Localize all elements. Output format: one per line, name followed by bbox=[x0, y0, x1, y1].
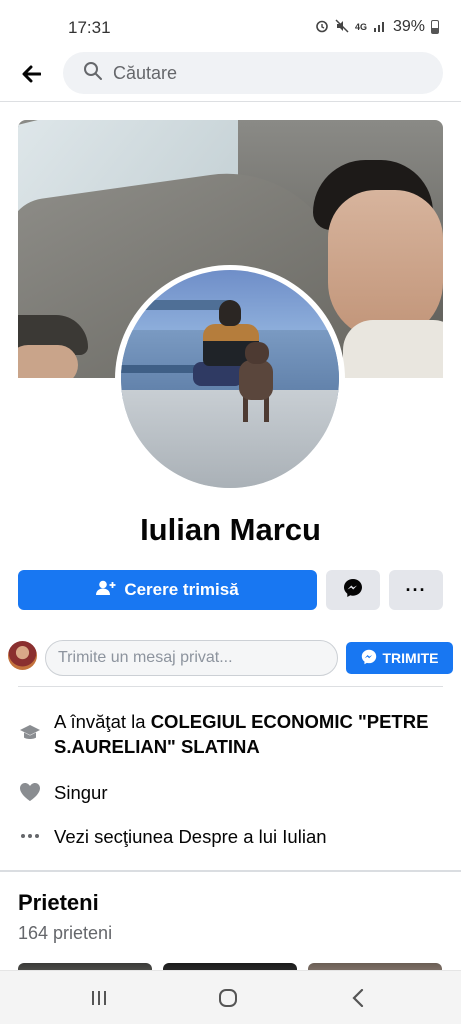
profile-name: Iulian Marcu bbox=[140, 512, 321, 547]
battery-percent: 39% bbox=[392, 18, 425, 35]
search-header bbox=[0, 50, 461, 102]
battery-icon bbox=[431, 20, 439, 34]
recent-apps-icon[interactable] bbox=[79, 985, 119, 1011]
messenger-button[interactable] bbox=[326, 570, 380, 610]
see-about-link[interactable]: Vezi secţiunea Despre a lui Iulian bbox=[54, 824, 444, 849]
send-message-button[interactable]: TRIMITE bbox=[346, 642, 453, 674]
private-message-input[interactable] bbox=[58, 649, 328, 667]
education-info: A învăţat la COLEGIUL ECONOMIC "PETRE S.… bbox=[54, 709, 444, 759]
messenger-icon bbox=[361, 649, 377, 668]
signal-icon bbox=[373, 19, 387, 36]
network-label: 4G bbox=[354, 22, 367, 32]
add-friend-icon bbox=[96, 580, 116, 601]
friends-title[interactable]: Prieteni bbox=[18, 890, 99, 916]
status-bar: 17:31 4G 39% bbox=[0, 0, 461, 50]
friends-count: 164 prieteni bbox=[18, 923, 113, 943]
more-dots-icon bbox=[18, 824, 42, 848]
alarm-icon bbox=[315, 19, 329, 36]
back-arrow-icon[interactable] bbox=[16, 59, 46, 89]
search-icon bbox=[83, 61, 103, 86]
system-nav-bar bbox=[0, 970, 461, 1024]
back-nav-icon[interactable] bbox=[338, 985, 378, 1011]
search-input[interactable] bbox=[113, 62, 413, 84]
friend-request-label: Cerere trimisă bbox=[124, 580, 239, 599]
education-prefix: A învăţat la bbox=[54, 711, 151, 732]
section-separator bbox=[0, 870, 461, 872]
mute-icon bbox=[335, 18, 349, 36]
private-message-row: TRIMITE bbox=[0, 638, 461, 678]
relationship-status: Singur bbox=[54, 782, 108, 803]
messenger-icon bbox=[343, 578, 363, 603]
search-box[interactable] bbox=[63, 52, 443, 94]
home-icon[interactable] bbox=[208, 985, 248, 1011]
private-message-field[interactable] bbox=[45, 640, 338, 676]
divider bbox=[18, 686, 443, 687]
graduation-cap-icon bbox=[18, 721, 42, 745]
own-avatar bbox=[8, 641, 37, 670]
send-label: TRIMITE bbox=[382, 650, 439, 666]
status-icons: 4G 39% bbox=[315, 18, 439, 36]
avatar bbox=[121, 270, 339, 488]
heart-icon bbox=[18, 780, 42, 804]
status-time: 17:31 bbox=[68, 18, 111, 37]
more-options-button[interactable]: ··· bbox=[389, 570, 443, 610]
profile-picture[interactable] bbox=[115, 265, 345, 493]
more-options-label: ··· bbox=[405, 579, 427, 600]
friend-request-sent-button[interactable]: Cerere trimisă bbox=[18, 570, 317, 610]
